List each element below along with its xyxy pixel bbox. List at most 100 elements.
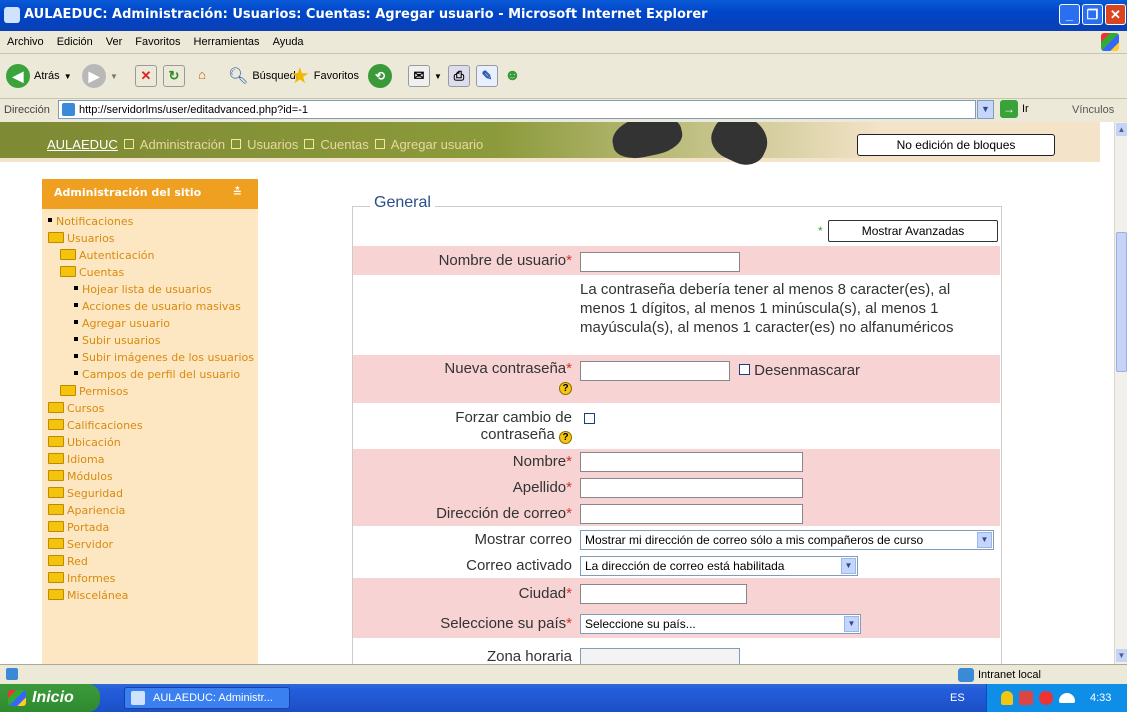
email-input[interactable]	[580, 504, 803, 524]
star-icon: ★	[290, 63, 310, 88]
home-button[interactable]: ⌂	[191, 63, 213, 89]
scroll-down-icon[interactable]: ▼	[1116, 649, 1127, 662]
breadcrumb-separator-icon	[374, 139, 385, 149]
emailstop-select[interactable]: La dirección de correo está habilitada ▼	[580, 556, 858, 576]
breadcrumb-usuarios[interactable]: Usuarios	[247, 137, 298, 152]
edit-blocks-button[interactable]: No edición de bloques	[857, 134, 1055, 156]
sidebar-item[interactable]: Red	[48, 555, 258, 569]
unmask-checkbox[interactable]	[739, 364, 750, 375]
chevron-down-icon: ▼	[841, 558, 856, 574]
unmask-option[interactable]: Desenmascarar	[739, 362, 860, 379]
address-dropdown-icon[interactable]: ▼	[977, 100, 994, 119]
lastname-input[interactable]	[580, 478, 803, 498]
sidebar-item[interactable]: Autenticación	[48, 249, 258, 263]
maximize-button[interactable]: ❐	[1082, 4, 1103, 25]
scroll-up-icon[interactable]: ▲	[1116, 123, 1127, 136]
antivirus-icon[interactable]	[1039, 691, 1053, 705]
sidebar-item-label: Cuentas	[79, 266, 125, 279]
refresh-button[interactable]: ↻	[163, 63, 185, 89]
force-change-checkbox[interactable]	[584, 413, 595, 424]
sidebar-item[interactable]: Cuentas	[48, 266, 258, 280]
taskbar-item-ie[interactable]: AULAEDUC: Administr...	[124, 687, 290, 709]
chevron-down-icon: ▼	[977, 532, 992, 548]
menu-ver[interactable]: Ver	[99, 31, 129, 48]
collapse-toggle-icon[interactable]: ≛	[233, 186, 242, 199]
show-advanced-button[interactable]: Mostrar Avanzadas	[828, 220, 998, 242]
sidebar-item[interactable]: Usuarios	[48, 232, 258, 246]
sidebar-item-label: Ubicación	[67, 436, 121, 449]
menu-ayuda[interactable]: Ayuda	[266, 31, 310, 48]
help-icon[interactable]: ?	[559, 382, 572, 395]
menu-bar: Archivo Edición Ver Favoritos Herramientas Ay…	[0, 31, 1127, 54]
sidebar-item[interactable]: Hojear lista de usuarios	[48, 283, 258, 297]
breadcrumb-administracion[interactable]: Administración	[140, 137, 225, 152]
forward-button[interactable]: ▶ ▼	[82, 63, 118, 89]
breadcrumb-aulaeduc[interactable]: AULAEDUC	[47, 137, 118, 152]
cloud-icon[interactable]	[1059, 693, 1075, 703]
links-button[interactable]: Vínculos	[1072, 104, 1114, 116]
sidebar-item[interactable]: Miscelánea	[48, 589, 258, 603]
email-row: Dirección de correo*	[353, 500, 1000, 526]
menu-herramientas[interactable]: Herramientas	[187, 31, 266, 48]
maildisplay-row: Mostrar correo Mostrar mi dirección de c…	[353, 526, 1000, 552]
city-input[interactable]	[580, 584, 747, 604]
breadcrumb-cuentas[interactable]: Cuentas	[320, 137, 368, 152]
start-button[interactable]: Inicio	[0, 684, 100, 712]
bullet-icon	[74, 371, 78, 375]
back-button[interactable]: ◀ Atrás ▼	[6, 63, 72, 89]
help-icon[interactable]: ?	[559, 431, 572, 444]
forward-arrow-icon: ▶	[82, 64, 106, 88]
sidebar-item[interactable]: Acciones de usuario masivas	[48, 300, 258, 314]
new-password-row: Nueva contraseña*? Desenmascarar	[353, 355, 1000, 403]
sidebar-item[interactable]: Campos de perfil del usuario	[48, 368, 258, 382]
sidebar-item[interactable]: Subir imágenes de los usuarios	[48, 351, 258, 365]
address-url: http://servidorlms/user/editadvanced.php…	[79, 104, 308, 116]
folder-icon	[48, 504, 64, 515]
country-select[interactable]: Seleccione su país... ▼	[580, 614, 861, 634]
menu-favoritos[interactable]: Favoritos	[128, 31, 186, 48]
advanced-marker: *	[818, 224, 823, 238]
firstname-input[interactable]	[580, 452, 803, 472]
favorites-button[interactable]: ★ Favoritos	[290, 63, 359, 89]
new-password-input[interactable]	[580, 361, 730, 381]
print-button[interactable]: ⎙	[448, 63, 470, 89]
edit-button[interactable]: ✎	[476, 63, 498, 89]
language-indicator[interactable]: ES	[950, 692, 965, 704]
sidebar-item[interactable]: Calificaciones	[48, 419, 258, 433]
history-button[interactable]: ⟲	[368, 63, 392, 89]
sidebar-item[interactable]: Permisos	[48, 385, 258, 399]
sidebar-item[interactable]: Servidor	[48, 538, 258, 552]
sidebar-item[interactable]: Agregar usuario	[48, 317, 258, 331]
sidebar-item[interactable]: Ubicación	[48, 436, 258, 450]
messenger-button[interactable]: ☻	[504, 63, 521, 89]
vertical-scrollbar[interactable]: ▲ ▼	[1114, 122, 1127, 664]
search-icon: 🔍︎	[228, 68, 249, 85]
network-icon[interactable]	[1019, 691, 1033, 705]
close-button[interactable]: ✕	[1105, 4, 1126, 25]
sidebar-item[interactable]: Idioma	[48, 453, 258, 467]
sidebar-item[interactable]: Portada	[48, 521, 258, 535]
sidebar-item[interactable]: Seguridad	[48, 487, 258, 501]
sidebar-item[interactable]: Cursos	[48, 402, 258, 416]
sidebar-item-label: Usuarios	[67, 232, 115, 245]
scrollbar-thumb[interactable]	[1116, 232, 1127, 372]
sidebar-item-label: Miscelánea	[67, 589, 129, 602]
chevron-down-icon: ▼	[110, 71, 118, 81]
security-shield-icon[interactable]	[1001, 691, 1013, 705]
sidebar-item[interactable]: Notificaciones	[48, 215, 258, 229]
sidebar-item[interactable]: Módulos	[48, 470, 258, 484]
menu-archivo[interactable]: Archivo	[0, 31, 50, 48]
go-button[interactable]: → Ir	[1000, 100, 1029, 118]
address-input[interactable]: http://servidorlms/user/editadvanced.php…	[58, 100, 976, 119]
mail-button[interactable]: ✉ ▼	[408, 63, 442, 89]
sidebar-item[interactable]: Subir usuarios	[48, 334, 258, 348]
timezone-select[interactable]	[580, 648, 740, 664]
maildisplay-select[interactable]: Mostrar mi dirección de correo sólo a mi…	[580, 530, 994, 550]
stop-button[interactable]: ✕	[135, 63, 157, 89]
username-input[interactable]	[580, 252, 740, 272]
sidebar-item[interactable]: Informes	[48, 572, 258, 586]
menu-edicion[interactable]: Edición	[50, 31, 99, 48]
minimize-button[interactable]: _	[1059, 4, 1080, 25]
breadcrumb-separator-icon	[231, 139, 242, 149]
sidebar-item[interactable]: Apariencia	[48, 504, 258, 518]
